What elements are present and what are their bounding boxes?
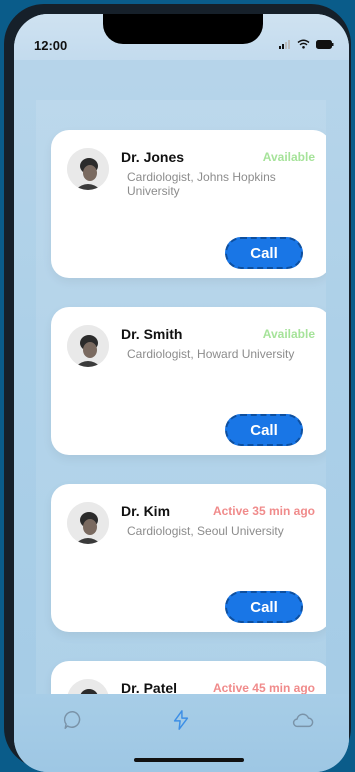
call-button[interactable]: Call <box>225 591 303 623</box>
doctor-card[interactable]: Dr. Smith Available Cardiologist, Howard… <box>51 307 326 455</box>
doctor-description: Cardiologist, Johns Hopkins University <box>127 170 276 198</box>
wifi-icon <box>297 39 310 49</box>
screen: 12:00 Dr. Jones Available Cardiologist, … <box>14 14 349 772</box>
doctor-description: Cardiologist, Howard University <box>127 347 295 361</box>
status-icons <box>279 39 334 49</box>
lightning-icon <box>173 710 189 730</box>
call-button[interactable]: Call <box>225 414 303 446</box>
battery-icon <box>316 39 334 49</box>
doctor-avatar <box>67 502 109 544</box>
call-button[interactable]: Call <box>225 237 303 269</box>
signal-icon <box>279 39 290 49</box>
doctor-status: Active 45 min ago <box>212 681 315 694</box>
doctor-status: Active 35 min ago <box>212 504 315 518</box>
notch <box>103 14 263 44</box>
doctor-name: Dr. Jones <box>121 149 185 165</box>
doctor-name: Dr. Patel <box>121 680 178 694</box>
cloud-icon <box>292 713 314 728</box>
doctor-card[interactable]: Dr. Jones Available Cardiologist, Johns … <box>51 130 326 278</box>
doctor-card[interactable]: Dr. Patel Active 45 min ago <box>51 661 326 694</box>
tab-activity[interactable] <box>169 708 193 732</box>
doctor-card[interactable]: Dr. Kim Active 35 min ago Cardiologist, … <box>51 484 326 632</box>
home-indicator[interactable] <box>134 758 244 762</box>
doctor-name: Dr. Smith <box>121 326 183 342</box>
status-time: 12:00 <box>34 38 68 53</box>
doctor-avatar <box>67 148 109 190</box>
status-bar: 12:00 <box>14 14 349 60</box>
doctor-avatar <box>67 325 109 367</box>
phone-frame: 12:00 Dr. Jones Available Cardiologist, … <box>4 4 351 772</box>
tab-chat[interactable] <box>61 708 85 732</box>
doctor-status: Available <box>262 327 315 341</box>
tab-cloud[interactable] <box>291 708 315 732</box>
chat-icon <box>63 711 81 729</box>
doctor-description: Cardiologist, Seoul University <box>127 524 284 538</box>
doctor-status: Available <box>262 150 315 164</box>
doctor-name: Dr. Kim <box>121 503 171 519</box>
doctor-avatar <box>67 679 109 694</box>
doctor-list[interactable]: Dr. Jones Available Cardiologist, Johns … <box>36 100 326 694</box>
